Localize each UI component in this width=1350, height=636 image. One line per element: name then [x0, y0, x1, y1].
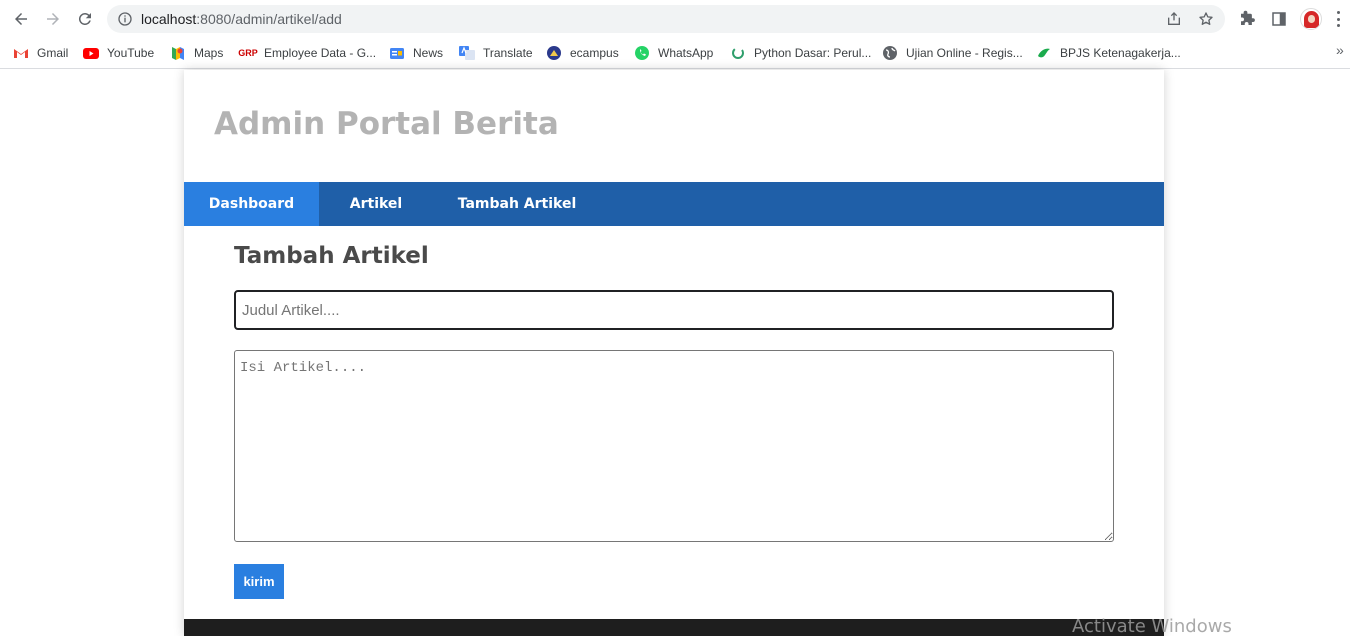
article-title-input[interactable]	[234, 290, 1114, 330]
reload-button[interactable]	[75, 9, 95, 29]
ecampus-icon	[546, 45, 562, 61]
site-title: Admin Portal Berita	[214, 106, 559, 142]
nav-dashboard[interactable]: Dashboard	[184, 182, 319, 226]
article-body-textarea[interactable]	[234, 350, 1114, 542]
nav-tambah-artikel[interactable]: Tambah Artikel	[433, 182, 601, 226]
extensions-icon[interactable]	[1238, 10, 1256, 28]
bpjs-icon	[1036, 45, 1052, 61]
star-icon[interactable]	[1198, 11, 1214, 27]
reload-icon	[78, 12, 91, 25]
bookmark-maps[interactable]: Maps	[170, 43, 223, 63]
python-icon	[730, 45, 746, 61]
nav-artikel[interactable]: Artikel	[319, 182, 433, 226]
browser-toolbar: localhost:8080/admin/artikel/add	[0, 0, 1350, 38]
form-heading: Tambah Artikel	[234, 243, 429, 269]
bookmark-ujian-online[interactable]: Ujian Online - Regis...	[882, 43, 1023, 63]
youtube-icon	[83, 45, 99, 61]
profile-avatar[interactable]	[1300, 8, 1322, 30]
whatsapp-icon	[634, 45, 650, 61]
arrow-left-icon	[15, 13, 27, 25]
url-path: :8080/admin/artikel/add	[196, 11, 342, 27]
bookmark-whatsapp[interactable]: WhatsApp	[634, 43, 713, 63]
page-container: Admin Portal Berita Dashboard Artikel Ta…	[184, 70, 1164, 636]
forward-button[interactable]	[43, 9, 63, 29]
bookmark-news[interactable]: News	[389, 43, 443, 63]
submit-button[interactable]: kirim	[234, 564, 284, 599]
back-button[interactable]	[11, 9, 31, 29]
bookmark-youtube[interactable]: YouTube	[83, 43, 154, 63]
address-bar[interactable]: localhost:8080/admin/artikel/add	[107, 5, 1225, 33]
url-text: localhost:8080/admin/artikel/add	[141, 11, 342, 27]
arrow-right-icon	[47, 13, 59, 25]
bookmarks-overflow-button[interactable]: »	[1336, 42, 1344, 58]
grp-icon: GRP	[238, 48, 258, 58]
news-icon	[389, 45, 405, 61]
info-icon[interactable]	[117, 11, 133, 27]
bookmark-bpjs[interactable]: BPJS Ketenagakerja...	[1036, 43, 1181, 63]
bookmark-ecampus[interactable]: ecampus	[546, 43, 619, 63]
activate-windows-watermark: Activate Windows	[1072, 616, 1232, 636]
share-icon[interactable]	[1166, 11, 1182, 27]
menu-kebab-icon[interactable]	[1337, 11, 1341, 27]
bookmark-employee-data[interactable]: GRP Employee Data - G...	[238, 43, 376, 63]
translate-icon	[459, 45, 475, 61]
page-footer	[184, 619, 1164, 636]
bookmark-translate[interactable]: Translate	[459, 43, 533, 63]
gmail-icon	[13, 45, 29, 61]
url-host: localhost	[141, 11, 197, 27]
bookmarks-bar: Gmail YouTube Maps GRP Employee Data - G.…	[0, 38, 1350, 69]
side-panel-icon[interactable]	[1270, 10, 1288, 28]
globe-icon	[882, 45, 898, 61]
main-navbar: Dashboard Artikel Tambah Artikel	[184, 182, 1164, 226]
bookmark-python-dasar[interactable]: Python Dasar: Perul...	[730, 43, 871, 63]
bookmark-gmail[interactable]: Gmail	[13, 43, 68, 63]
maps-icon	[170, 45, 186, 61]
